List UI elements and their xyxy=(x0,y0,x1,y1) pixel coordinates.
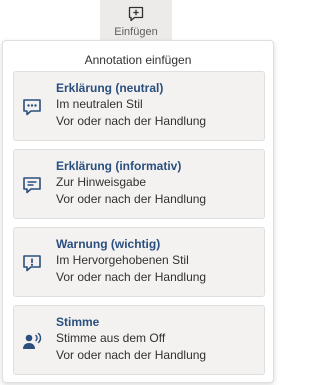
comment-lines-icon xyxy=(23,177,41,194)
person-voice-icon xyxy=(23,332,42,349)
comment-add-icon xyxy=(128,6,144,22)
insert-button[interactable]: Einfügen xyxy=(100,0,172,42)
insert-label: Einfügen xyxy=(114,26,158,38)
card-heading: Erklärung (neutral) xyxy=(56,81,164,95)
card-heading: Stimme xyxy=(56,315,100,329)
card-description: Zur Hinweisgabe xyxy=(56,175,147,189)
card-timing: Vor oder nach der Handlung xyxy=(56,192,207,206)
card-heading: Erklärung (informativ) xyxy=(56,159,182,173)
card-timing: Vor oder nach der Handlung xyxy=(56,348,207,362)
annotation-panel: Annotation einfügen Erklärung (neutral) … xyxy=(2,40,274,383)
card-timing: Vor oder nach der Handlung xyxy=(56,114,207,128)
annotation-warning-important[interactable]: Warnung (wichtig) Im Hervorgehobenen Sti… xyxy=(13,227,265,297)
panel-title: Annotation einfügen xyxy=(84,53,192,67)
annotation-explanation-neutral[interactable]: Erklärung (neutral) Im neutralen Stil Vo… xyxy=(13,71,265,141)
comment-alert-icon xyxy=(23,255,41,272)
card-timing: Vor oder nach der Handlung xyxy=(56,270,207,284)
annotation-explanation-informative[interactable]: Erklärung (informativ) Zur Hinweisgabe V… xyxy=(13,149,265,219)
card-description: Im neutralen Stil xyxy=(56,97,143,111)
card-description: Im Hervorgehobenen Stil xyxy=(56,253,189,267)
card-description: Stimme aus dem Off xyxy=(56,331,166,345)
annotation-voice[interactable]: Stimme Stimme aus dem Off Vor oder nach … xyxy=(13,305,265,375)
card-heading: Warnung (wichtig) xyxy=(56,237,161,251)
comment-dots-icon xyxy=(23,99,41,116)
